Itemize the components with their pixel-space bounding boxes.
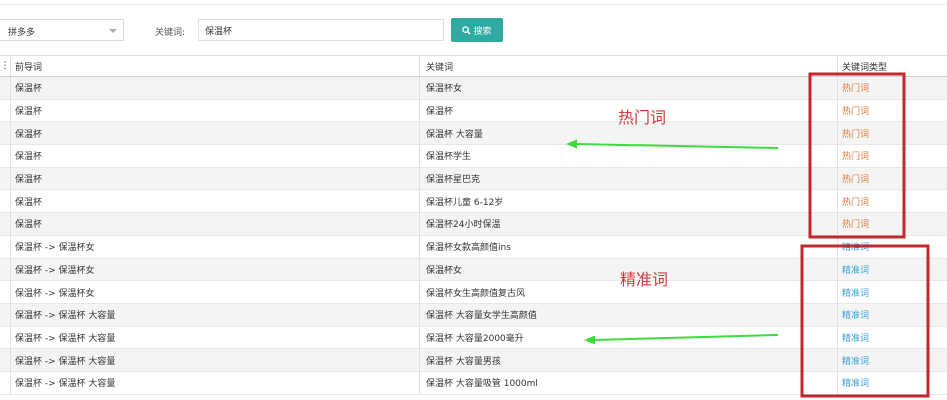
filter-toolbar: 拼多多 关键词: 搜索 (0, 18, 947, 44)
keyword-type-cell: 精准词 (842, 265, 870, 276)
keyword-cell: 保温杯星巴克 (420, 167, 838, 190)
lead-word-cell: 保温杯 (10, 213, 420, 235)
platform-select[interactable]: 拼多多 (0, 19, 124, 41)
column-header-keyword[interactable]: 关键词 (420, 56, 838, 76)
lead-word-cell: 保温杯 -> 保温杯 大容量 (10, 303, 420, 326)
lead-word-cell: 保温杯 (10, 77, 420, 99)
keyword-cell: 保温杯 大容量2000毫升 (420, 326, 838, 349)
table-row[interactable]: 保温杯 -> 保温杯 大容量 保温杯 大容量女学生高颜值 精准词 (0, 303, 947, 327)
keyword-type-cell: 热门词 (842, 197, 870, 208)
keyword-cell: 保温杯 大容量吸管 1000ml (420, 371, 838, 394)
keyword-cell: 保温杯儿童 6-12岁 (420, 190, 838, 213)
top-divider (0, 0, 947, 5)
keyword-type-cell: 精准词 (842, 311, 870, 322)
search-button-label: 搜索 (473, 26, 492, 37)
chevron-down-icon (109, 29, 117, 33)
keyword-cell: 保温杯 大容量男孩 (420, 349, 838, 371)
keyword-type-cell: 精准词 (842, 356, 870, 367)
keyword-cell: 保温杯女 (420, 77, 838, 99)
lead-word-cell: 保温杯 -> 保温杯女 (10, 258, 420, 281)
table-row[interactable]: 保温杯 -> 保温杯女 保温杯女 精准词 (0, 258, 947, 282)
table-row[interactable]: 保温杯 保温杯星巴克 热门词 (0, 167, 947, 191)
column-header-lead[interactable]: 前导词 (10, 56, 420, 76)
lead-word-cell: 保温杯 (10, 99, 420, 122)
table-row[interactable]: 保温杯 -> 保温杯 大容量 保温杯 大容量2000毫升 精准词 (0, 326, 947, 350)
platform-select-value: 拼多多 (8, 28, 36, 38)
table-row[interactable]: 保温杯 保温杯 热门词 (0, 99, 947, 123)
search-icon (462, 25, 472, 35)
table-row[interactable]: 保温杯 -> 保温杯 大容量 保温杯 大容量吸管 1000ml 精准词 (0, 371, 947, 395)
keyword-type-cell: 热门词 (842, 175, 870, 186)
table-row[interactable]: 保温杯 保温杯学生 热门词 (0, 145, 947, 168)
hot-words-annotation: 热门词 (618, 108, 667, 127)
table-row[interactable]: 保温杯 -> 保温杯 大容量 保温杯 大容量男孩 精准词 (0, 349, 947, 372)
table-row[interactable]: 保温杯 保温杯24小时保温 热门词 (0, 213, 947, 236)
keyword-type-cell: 热门词 (842, 129, 870, 140)
keyword-type-cell: 精准词 (842, 243, 870, 254)
keyword-type-cell: 精准词 (842, 288, 870, 299)
lead-word-cell: 保温杯 (10, 167, 420, 190)
table-row[interactable]: 保温杯 -> 保温杯女 保温杯女生高颜值复古风 精准词 (0, 281, 947, 304)
keyword-label: 关键词: (155, 28, 186, 38)
lead-word-cell: 保温杯 (10, 190, 420, 213)
keyword-cell: 保温杯学生 (420, 145, 838, 167)
lead-word-cell: 保温杯 (10, 122, 420, 145)
column-header-type[interactable]: 关键词类型 (838, 56, 947, 76)
lead-word-cell: 保温杯 -> 保温杯 大容量 (10, 326, 420, 349)
keyword-cell: 保温杯24小时保温 (420, 213, 838, 235)
lead-word-cell: 保温杯 -> 保温杯 大容量 (10, 349, 420, 371)
keyword-cell: 保温杯女款高颜值ins (420, 235, 838, 258)
keyword-type-cell: 热门词 (842, 152, 870, 163)
keyword-cell: 保温杯 大容量女学生高颜值 (420, 303, 838, 326)
keyword-type-cell: 热门词 (842, 84, 870, 95)
lead-word-cell: 保温杯 -> 保温杯女 (10, 235, 420, 258)
table-header: ⋮ 前导词 关键词 关键词类型 (0, 55, 947, 77)
keyword-table: ⋮ 前导词 关键词 关键词类型 保温杯 保温杯女 热门词 保温杯 保温杯 热门词 保温杯 保温… (0, 55, 947, 395)
table-row[interactable]: 保温杯 保温杯 大容量 热门词 (0, 122, 947, 146)
keyword-type-cell: 热门词 (842, 220, 870, 231)
keyword-type-cell: 热门词 (842, 107, 870, 118)
lead-word-cell: 保温杯 (10, 145, 420, 167)
lead-word-cell: 保温杯 -> 保温杯女 (10, 281, 420, 303)
lead-word-cell: 保温杯 -> 保温杯 大容量 (10, 371, 420, 394)
exact-words-annotation: 精准词 (620, 270, 669, 289)
keyword-type-cell: 精准词 (842, 379, 870, 390)
table-row[interactable]: 保温杯 -> 保温杯女 保温杯女款高颜值ins 精准词 (0, 235, 947, 259)
table-body: 保温杯 保温杯女 热门词 保温杯 保温杯 热门词 保温杯 保温杯 大容量 热门词 保温杯 保温杯学生… (0, 77, 947, 395)
keyword-input[interactable] (198, 19, 444, 41)
keyword-type-cell: 精准词 (842, 333, 870, 344)
table-row[interactable]: 保温杯 保温杯儿童 6-12岁 热门词 (0, 190, 947, 214)
table-row[interactable]: 保温杯 保温杯女 热门词 (0, 77, 947, 100)
search-button[interactable]: 搜索 (451, 18, 503, 42)
